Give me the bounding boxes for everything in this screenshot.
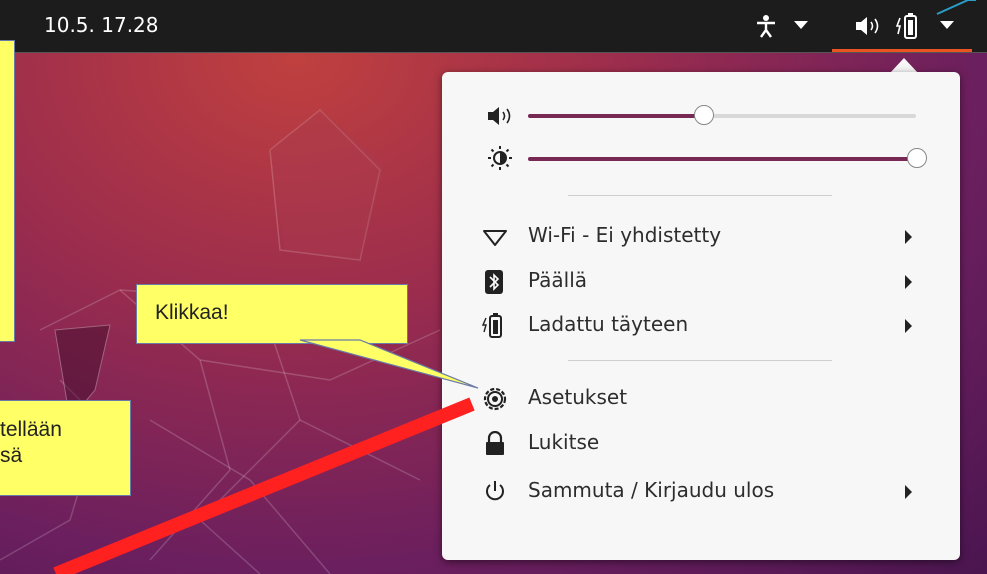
- brightness-slider-fill: [528, 157, 916, 161]
- wifi-icon: [483, 230, 507, 246]
- settings-gear-icon: [483, 387, 507, 411]
- menu-item-label: Asetukset: [528, 385, 628, 409]
- submenu-arrow-icon: [905, 275, 912, 289]
- menu-item-power[interactable]: Sammuta / Kirjaudu ulos: [482, 477, 922, 507]
- annotation-callout-click: Klikkaa!: [136, 284, 408, 344]
- menu-item-bluetooth[interactable]: Päällä: [482, 267, 922, 297]
- battery-icon: [482, 313, 502, 338]
- callout-text: Klikkaa!: [155, 301, 229, 324]
- note-text: sä: [0, 444, 23, 467]
- menu-item-label: Ladattu täyteen: [528, 312, 689, 336]
- clock[interactable]: 10.5. 17.28: [44, 13, 159, 37]
- volume-slider-fill: [528, 114, 703, 118]
- battery-icon[interactable]: [896, 12, 920, 40]
- volume-slider-knob[interactable]: [693, 105, 714, 125]
- menu-pointer: [890, 58, 918, 73]
- volume-icon[interactable]: [856, 16, 882, 36]
- menu-item-wifi[interactable]: Wi-Fi - Ei yhdistetty: [482, 222, 922, 252]
- menu-item-label: Lukitse: [528, 430, 600, 454]
- menu-separator: [568, 360, 832, 361]
- submenu-arrow-icon: [905, 485, 912, 499]
- volume-icon: [488, 107, 511, 125]
- note-text: tellään: [0, 418, 62, 441]
- menu-separator: [568, 195, 832, 196]
- top-bar: 10.5. 17.28: [0, 0, 987, 53]
- submenu-arrow-icon: [905, 319, 912, 333]
- submenu-arrow-icon: [905, 230, 912, 244]
- power-icon: [486, 481, 504, 501]
- menu-item-label: Sammuta / Kirjaudu ulos: [528, 478, 775, 502]
- menu-item-label: Wi-Fi - Ei yhdistetty: [528, 223, 722, 247]
- accessibility-icon[interactable]: [755, 14, 777, 38]
- volume-slider[interactable]: [528, 105, 916, 125]
- chevron-down-icon[interactable]: [794, 21, 808, 30]
- lock-icon: [486, 431, 504, 455]
- active-indicator: [832, 49, 972, 52]
- menu-item-lock[interactable]: Lukitse: [482, 429, 922, 459]
- annotation-note-top-left: [0, 40, 15, 342]
- brightness-slider[interactable]: [528, 148, 927, 168]
- menu-item-label: Päällä: [528, 268, 588, 292]
- menu-item-battery[interactable]: Ladattu täyteen: [482, 311, 922, 341]
- brightness-icon: [488, 146, 512, 170]
- chevron-down-icon[interactable]: [940, 21, 954, 30]
- bluetooth-icon: [485, 270, 503, 294]
- brightness-slider-knob[interactable]: [907, 148, 927, 168]
- annotation-note-bottom-left: tellään sä: [0, 400, 131, 496]
- menu-item-settings[interactable]: Asetukset: [482, 384, 922, 414]
